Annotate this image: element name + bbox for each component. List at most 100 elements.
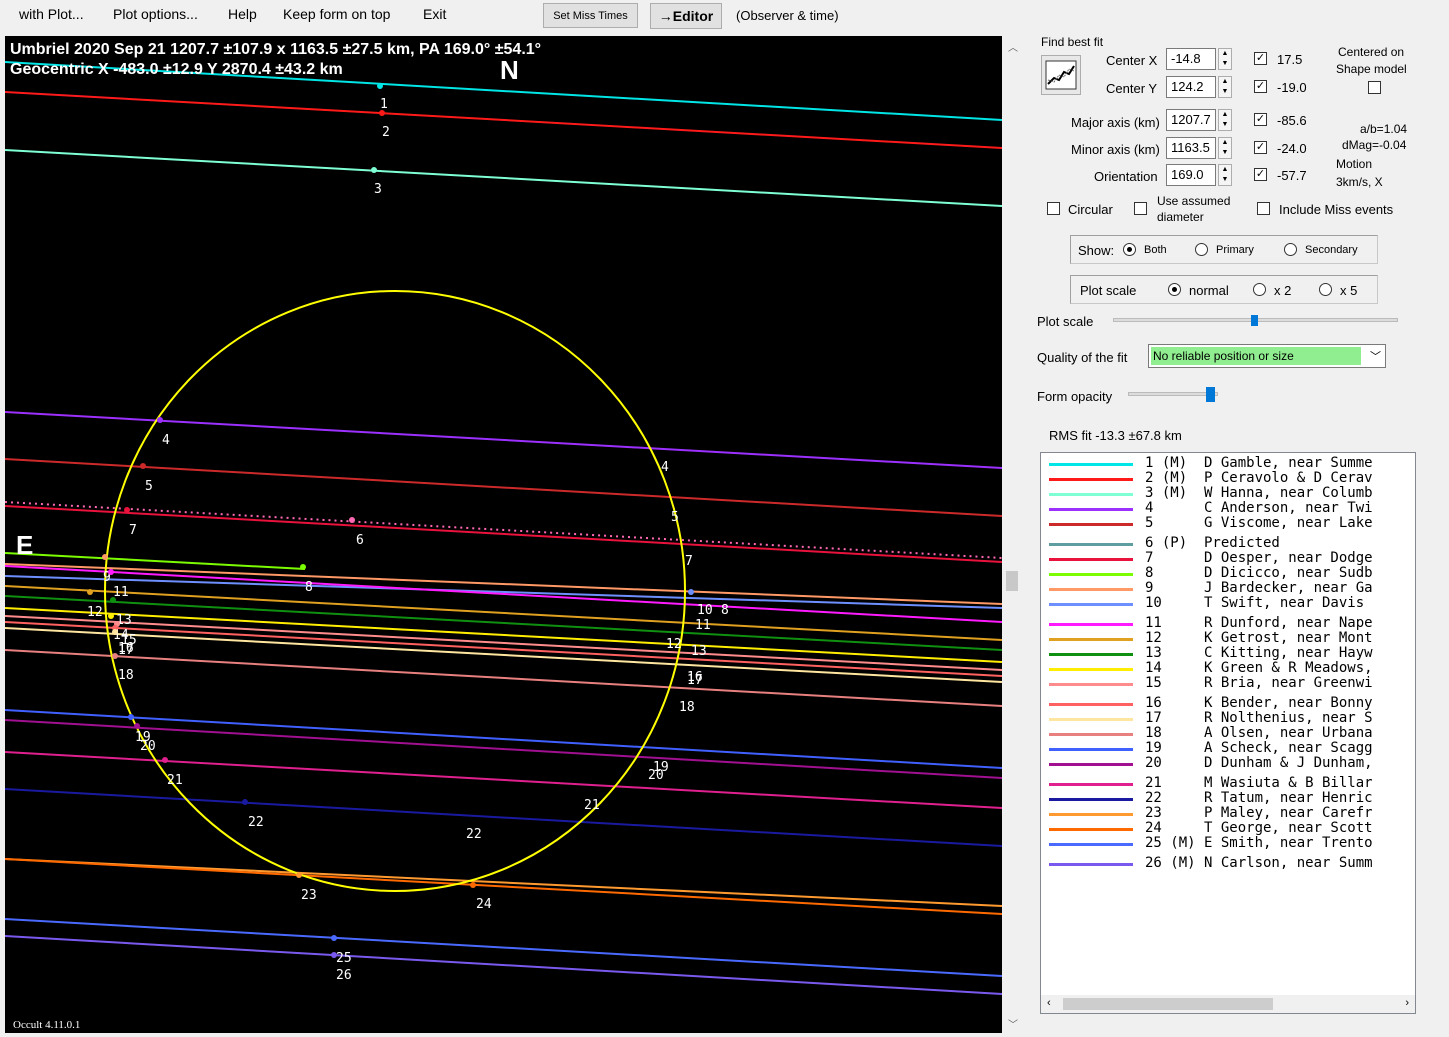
circular-checkbox[interactable]: [1047, 202, 1060, 215]
legend-swatch: [1049, 783, 1133, 786]
orientation-input[interactable]: 169.0: [1166, 164, 1216, 186]
legend-swatch: [1049, 623, 1133, 626]
editor-button[interactable]: →Editor: [650, 3, 722, 29]
include-miss-checkbox[interactable]: [1257, 202, 1270, 215]
legend-swatch: [1049, 683, 1133, 686]
center-y-input[interactable]: 124.2: [1166, 76, 1216, 98]
legend-row[interactable]: 26 (M) N Carlson, near Summ: [1041, 855, 1415, 872]
center-y-spinner[interactable]: ▲ ▼: [1218, 76, 1232, 98]
scroll-up-icon[interactable]: ︿: [1008, 39, 1018, 54]
legend-row[interactable]: 15 R Bria, near Greenwi: [1041, 675, 1415, 692]
minor-axis-spinner[interactable]: ▲ ▼: [1218, 137, 1232, 159]
chevron-down-icon[interactable]: ﹀: [1370, 348, 1381, 364]
chord-label-18: 18: [118, 668, 134, 683]
chord-label-12: 12: [87, 605, 103, 620]
legend-text: 7 D Oesper, near Dodge: [1145, 550, 1373, 566]
show-both-radio[interactable]: [1123, 243, 1136, 256]
ab-ratio: a/b=1.04: [1360, 122, 1408, 136]
chord-line-7: [5, 505, 1002, 563]
find-best-fit-button[interactable]: [1041, 55, 1081, 95]
quality-select[interactable]: No reliable position or size ﹀: [1148, 344, 1386, 368]
center-x-label: Center X: [1106, 53, 1158, 68]
shape-model-label: Shape model: [1336, 62, 1407, 76]
center-x-input[interactable]: -14.8: [1166, 48, 1216, 70]
scroll-down-icon[interactable]: ﹀: [1008, 1016, 1018, 1031]
plot-geocentric: Geocentric X -483.0 ±12.9 Y 2870.4 ±43.2…: [10, 61, 343, 78]
plot-scale-group-label: Plot scale: [1080, 283, 1137, 298]
scroll-left-icon[interactable]: ‹: [1047, 997, 1051, 1009]
major-axis-checkbox[interactable]: ✓: [1254, 113, 1267, 126]
include-miss-label: Include Miss events: [1279, 202, 1394, 217]
chord-event-9: [102, 554, 108, 560]
motion-value: 3km/s, X: [1336, 175, 1383, 189]
plot-scale-thumb[interactable]: [1251, 315, 1258, 326]
menu-keep-on-top[interactable]: Keep form on top: [283, 6, 390, 22]
menu-help[interactable]: Help: [228, 6, 257, 22]
center-x-checkbox[interactable]: ✓: [1254, 52, 1267, 65]
chord-line-6: [5, 501, 1002, 559]
legend-row[interactable]: 5 G Viscome, near Lake: [1041, 515, 1415, 532]
legend-text: 1 (M) D Gamble, near Summe: [1145, 455, 1373, 471]
menu-plot-options[interactable]: Plot options...: [113, 6, 198, 22]
legend-text: 6 (P) Predicted: [1145, 535, 1280, 551]
legend-swatch: [1049, 863, 1133, 866]
form-opacity-thumb[interactable]: [1206, 387, 1215, 402]
chord-label-17: 17: [118, 643, 134, 658]
legend-text: 4 C Anderson, near Twi: [1145, 500, 1373, 516]
center-y-checkbox[interactable]: ✓: [1254, 80, 1267, 93]
plot-scale-group: Plot scale normal x 2 x 5: [1070, 275, 1378, 304]
legend-swatch: [1049, 748, 1133, 751]
menu-exit[interactable]: Exit: [423, 6, 446, 22]
minor-axis-input[interactable]: 1163.5: [1166, 137, 1216, 159]
legend-text: 16 K Bender, near Bonny: [1145, 695, 1373, 711]
plot-scrollbar[interactable]: ︿ ﹀: [1003, 36, 1023, 1033]
legend-row[interactable]: 10 T Swift, near Davis: [1041, 595, 1415, 612]
north-label: N: [500, 55, 519, 85]
chord-label-7-end: 7: [685, 554, 693, 569]
scroll-right-icon[interactable]: ›: [1405, 997, 1409, 1009]
menu-with-plot[interactable]: with Plot...: [19, 6, 84, 22]
east-label: E: [16, 530, 33, 560]
legend-swatch: [1049, 478, 1133, 481]
legend-hscroll-thumb[interactable]: [1063, 998, 1273, 1010]
orientation-checkbox[interactable]: ✓: [1254, 168, 1267, 181]
legend-swatch: [1049, 653, 1133, 656]
use-assumed-diameter-checkbox[interactable]: [1134, 202, 1147, 215]
legend-text: 15 R Bria, near Greenwi: [1145, 675, 1373, 691]
legend-swatch: [1049, 463, 1133, 466]
set-miss-times-button[interactable]: Set Miss Times: [543, 3, 638, 28]
plot-scale-slider[interactable]: [1113, 315, 1398, 326]
minor-axis-checkbox[interactable]: ✓: [1254, 141, 1267, 154]
observer-legend-list[interactable]: 1 (M) D Gamble, near Summe 2 (M) P Ceravo…: [1040, 452, 1416, 1014]
chord-label-22-end: 22: [466, 827, 482, 842]
chord-label-21: 21: [167, 773, 183, 788]
chord-label-13-end: 13: [691, 644, 707, 659]
chord-line-25: [5, 918, 1002, 977]
legend-row[interactable]: 20 D Dunham & J Dunham,: [1041, 755, 1415, 772]
chord-label-23: 23: [301, 888, 317, 903]
legend-hscroll[interactable]: ‹ ›: [1041, 995, 1415, 1013]
scale-x5-radio[interactable]: [1319, 283, 1332, 296]
chord-event-4: [157, 417, 163, 423]
find-best-fit-label: Find best fit: [1041, 35, 1104, 49]
major-axis-input[interactable]: 1207.7: [1166, 109, 1216, 131]
chord-label-5: 5: [145, 479, 153, 494]
orientation-spinner[interactable]: ▲ ▼: [1218, 164, 1232, 186]
chord-label-11: 11: [113, 585, 129, 600]
chord-event-25: [331, 935, 337, 941]
scale-x2-radio[interactable]: [1253, 283, 1266, 296]
center-x-spinner[interactable]: ▲ ▼: [1218, 48, 1232, 70]
major-axis-delta: -85.6: [1277, 113, 1307, 128]
major-axis-spinner[interactable]: ▲ ▼: [1218, 109, 1232, 131]
form-opacity-slider[interactable]: [1128, 387, 1218, 402]
orientation-delta: -57.7: [1277, 168, 1307, 183]
scale-normal-radio[interactable]: [1168, 283, 1181, 296]
legend-row[interactable]: 25 (M) E Smith, near Trento: [1041, 835, 1415, 852]
show-primary-radio[interactable]: [1195, 243, 1208, 256]
show-secondary-radio[interactable]: [1284, 243, 1297, 256]
chord-label-6: 6: [356, 533, 364, 548]
chord-label-8: 8: [305, 580, 313, 595]
shape-model-checkbox[interactable]: [1368, 81, 1381, 94]
scroll-thumb[interactable]: [1006, 571, 1018, 591]
legend-swatch: [1049, 573, 1133, 576]
